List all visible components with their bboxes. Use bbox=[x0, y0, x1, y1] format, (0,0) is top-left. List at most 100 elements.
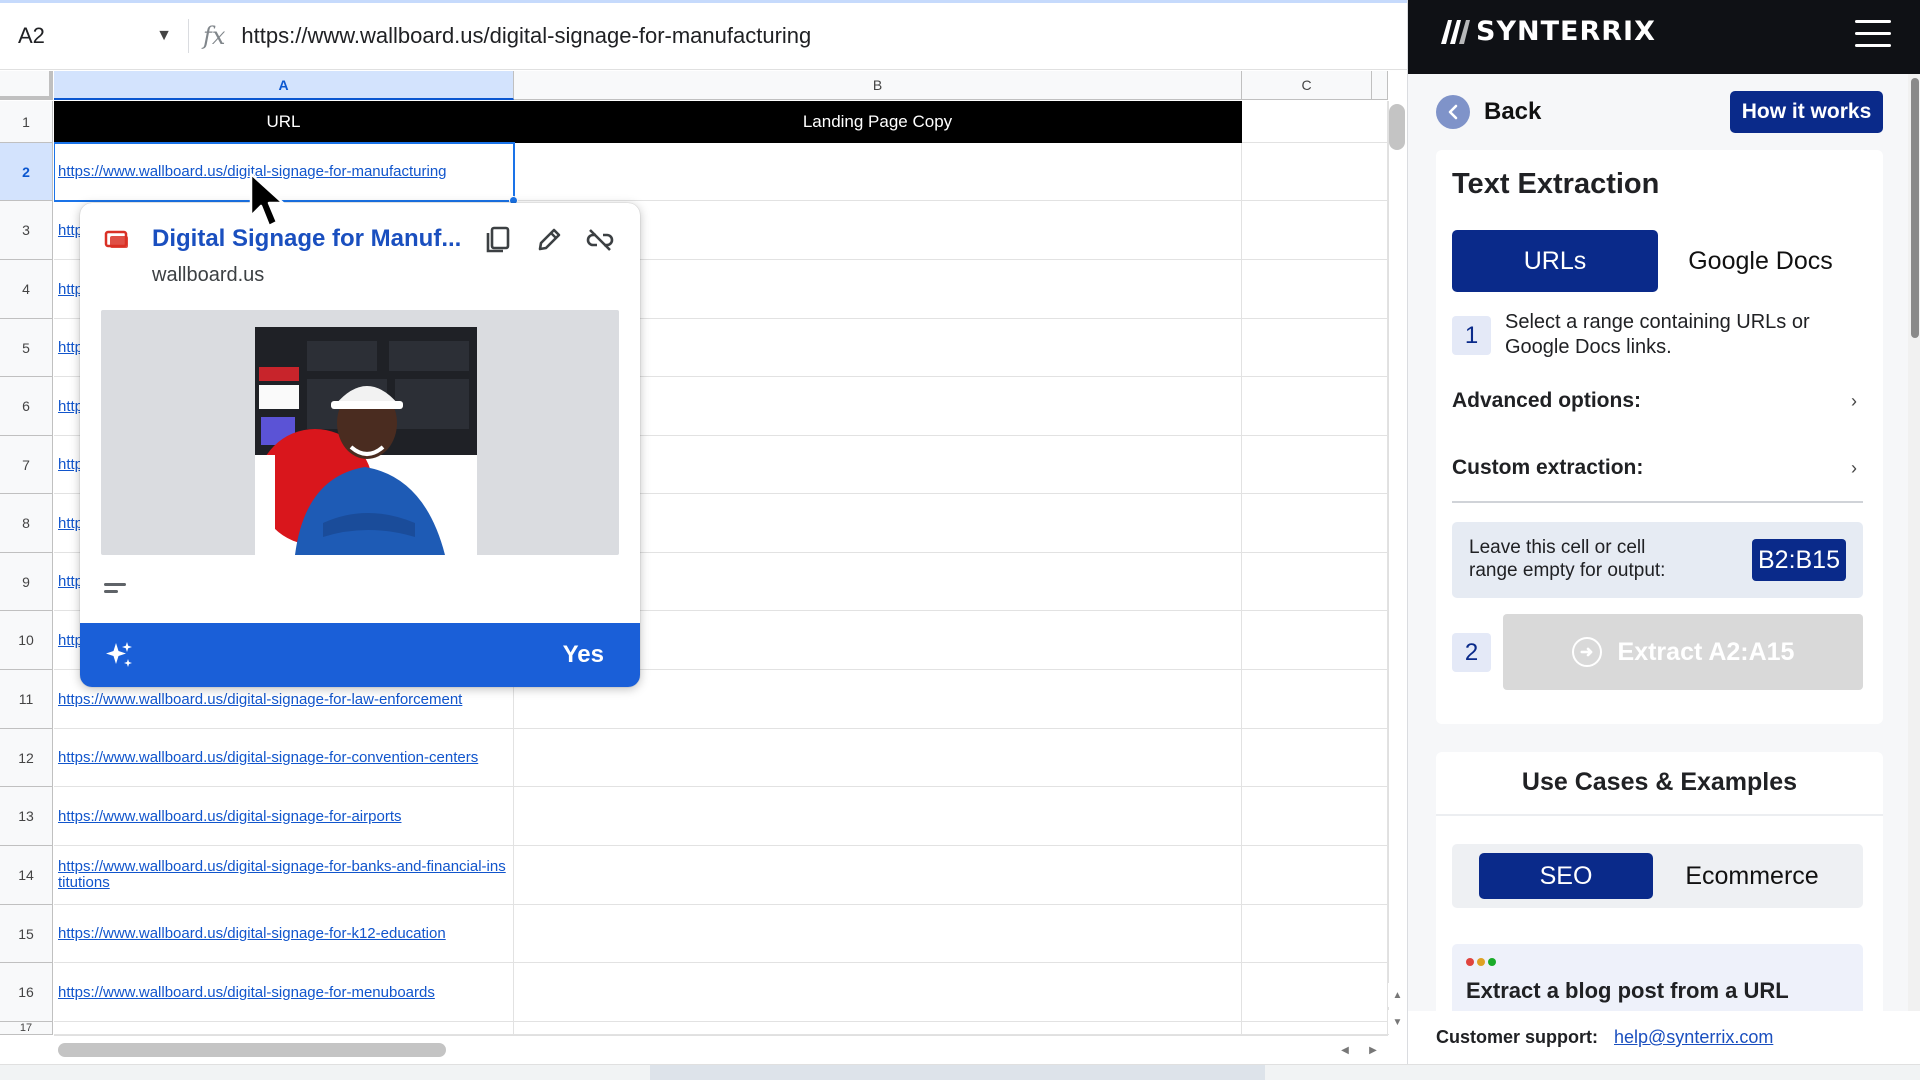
cell-c7[interactable] bbox=[1242, 436, 1388, 494]
chevron-down-icon[interactable]: ▼ bbox=[156, 27, 172, 45]
menu-icon[interactable] bbox=[1855, 20, 1891, 56]
preview-footer: Yes bbox=[80, 623, 640, 687]
cell-a13[interactable]: https://www.wallboard.us/digital-signage… bbox=[54, 787, 514, 846]
cell-c4[interactable] bbox=[1242, 260, 1388, 319]
support-email-link[interactable]: help@synterrix.com bbox=[1614, 1027, 1773, 1048]
row-header-10[interactable]: 10 bbox=[0, 611, 53, 670]
edit-icon[interactable] bbox=[532, 223, 566, 257]
cell-b17[interactable] bbox=[514, 1022, 1242, 1035]
unlink-icon[interactable] bbox=[583, 223, 617, 257]
scroll-left-icon[interactable]: ◀ bbox=[1334, 1040, 1356, 1060]
scroll-down-icon[interactable]: ▼ bbox=[1388, 1010, 1407, 1034]
row-header-4[interactable]: 4 bbox=[0, 260, 53, 319]
logo-icon bbox=[1441, 19, 1470, 44]
tab-seo[interactable]: SEO bbox=[1479, 853, 1653, 899]
row-header-13[interactable]: 13 bbox=[0, 787, 53, 846]
cell-b13[interactable] bbox=[514, 787, 1242, 846]
cell-b15[interactable] bbox=[514, 905, 1242, 963]
column-header-d[interactable] bbox=[1372, 71, 1388, 100]
scroll-up-icon[interactable]: ▲ bbox=[1388, 983, 1407, 1007]
row-header-9[interactable]: 9 bbox=[0, 553, 53, 611]
cell-c8[interactable] bbox=[1242, 494, 1388, 553]
preview-title[interactable]: Digital Signage for Manuf... bbox=[152, 225, 461, 253]
row-header-3[interactable]: 3 bbox=[0, 201, 53, 260]
select-all-corner[interactable] bbox=[0, 71, 53, 100]
vertical-scroll-thumb[interactable] bbox=[1389, 104, 1405, 150]
how-it-works-button[interactable]: How it works bbox=[1730, 91, 1883, 133]
cell-link[interactable]: https://www.wallboard.us/digital-signage… bbox=[58, 859, 506, 891]
sparkle-icon[interactable] bbox=[104, 640, 134, 670]
cell-c5[interactable] bbox=[1242, 319, 1388, 377]
cell-c14[interactable] bbox=[1242, 846, 1388, 905]
column-header-b[interactable]: B bbox=[514, 71, 1242, 100]
horizontal-scroll-thumb[interactable] bbox=[58, 1043, 446, 1057]
cell-a15[interactable]: https://www.wallboard.us/digital-signage… bbox=[54, 905, 514, 963]
row-header-11[interactable]: 11 bbox=[0, 670, 53, 729]
cell-link[interactable]: https://www.wallboard.us/digital-signage… bbox=[58, 808, 401, 825]
advanced-options-label: Advanced options: bbox=[1452, 389, 1642, 412]
cell-c12[interactable] bbox=[1242, 729, 1388, 787]
extract-button[interactable]: ➜ Extract A2:A15 bbox=[1503, 614, 1863, 690]
name-box[interactable]: A2 ▼ bbox=[10, 14, 180, 58]
advanced-options-toggle[interactable]: Advanced options: › bbox=[1452, 374, 1863, 428]
cell-link[interactable]: https://www.wallboard.us/digital-signage… bbox=[58, 984, 435, 1001]
cell-a12[interactable]: https://www.wallboard.us/digital-signage… bbox=[54, 729, 514, 787]
panel-scrollbar[interactable] bbox=[1908, 74, 1920, 1011]
cell-a14[interactable]: https://www.wallboard.us/digital-signage… bbox=[54, 846, 514, 905]
row-header-14[interactable]: 14 bbox=[0, 846, 53, 905]
header-cell-url[interactable]: URL bbox=[54, 101, 514, 143]
row-header-6[interactable]: 6 bbox=[0, 377, 53, 436]
row-header-7[interactable]: 7 bbox=[0, 436, 53, 494]
chevron-right-icon[interactable]: › bbox=[1851, 391, 1863, 412]
cell-c17[interactable] bbox=[1242, 1022, 1388, 1035]
back-label[interactable]: Back bbox=[1484, 98, 1541, 126]
output-range-chip[interactable]: B2:B15 bbox=[1752, 539, 1846, 581]
cell-c6[interactable] bbox=[1242, 377, 1388, 436]
column-header-c[interactable]: C bbox=[1242, 71, 1372, 100]
row-header-1[interactable]: 1 bbox=[0, 101, 53, 143]
cell-c1[interactable] bbox=[1242, 101, 1388, 143]
yes-button[interactable]: Yes bbox=[563, 641, 604, 669]
row-header-5[interactable]: 5 bbox=[0, 319, 53, 377]
tab-ecommerce[interactable]: Ecommerce bbox=[1667, 853, 1837, 899]
cell-c15[interactable] bbox=[1242, 905, 1388, 963]
tab-google-docs[interactable]: Google Docs bbox=[1658, 230, 1863, 292]
cell-b16[interactable] bbox=[514, 963, 1242, 1022]
scroll-right-icon[interactable]: ▶ bbox=[1362, 1040, 1384, 1060]
panel-scroll-thumb[interactable] bbox=[1911, 78, 1919, 338]
header-cell-landing-page-copy[interactable]: Landing Page Copy bbox=[514, 101, 1242, 143]
cell-link[interactable]: https://www.wallboard.us/digital-signage… bbox=[58, 925, 446, 942]
cell-b14[interactable] bbox=[514, 846, 1242, 905]
tab-urls[interactable]: URLs bbox=[1452, 230, 1658, 292]
cell-c2[interactable] bbox=[1242, 143, 1388, 201]
cell-c9[interactable] bbox=[1242, 553, 1388, 611]
cell-a17[interactable] bbox=[54, 1022, 514, 1035]
row-header-16[interactable]: 16 bbox=[0, 963, 53, 1022]
cell-link[interactable]: https://www.wallboard.us/digital-signage… bbox=[58, 749, 478, 766]
cell-c10[interactable] bbox=[1242, 611, 1388, 670]
vertical-scrollbar[interactable] bbox=[1388, 101, 1407, 1035]
back-row[interactable]: Back bbox=[1436, 95, 1541, 129]
step-1-badge: 1 bbox=[1452, 316, 1491, 355]
back-arrow-icon[interactable] bbox=[1436, 95, 1470, 129]
cell-c16[interactable] bbox=[1242, 963, 1388, 1022]
cell-link[interactable]: https://www.wallboard.us/digital-signage… bbox=[58, 691, 462, 708]
cell-c3[interactable] bbox=[1242, 201, 1388, 260]
row-header-8[interactable]: 8 bbox=[0, 494, 53, 553]
row-header-2[interactable]: 2 bbox=[0, 143, 53, 201]
preview-image-area bbox=[101, 310, 619, 555]
column-header-a[interactable]: A bbox=[54, 71, 514, 100]
cell-c13[interactable] bbox=[1242, 787, 1388, 846]
row-header-17[interactable]: 17 bbox=[0, 1022, 53, 1035]
formula-input[interactable]: https://www.wallboard.us/digital-signage… bbox=[241, 23, 811, 49]
custom-extraction-toggle[interactable]: Custom extraction: › bbox=[1452, 441, 1863, 495]
cell-b2[interactable] bbox=[514, 143, 1242, 201]
row-header-12[interactable]: 12 bbox=[0, 729, 53, 787]
cell-a16[interactable]: https://www.wallboard.us/digital-signage… bbox=[54, 963, 514, 1022]
cell-b12[interactable] bbox=[514, 729, 1242, 787]
window-dots-icon bbox=[1466, 958, 1499, 966]
row-header-15[interactable]: 15 bbox=[0, 905, 53, 963]
cell-c11[interactable] bbox=[1242, 670, 1388, 729]
copy-icon[interactable] bbox=[481, 223, 515, 257]
chevron-right-icon[interactable]: › bbox=[1851, 458, 1863, 479]
